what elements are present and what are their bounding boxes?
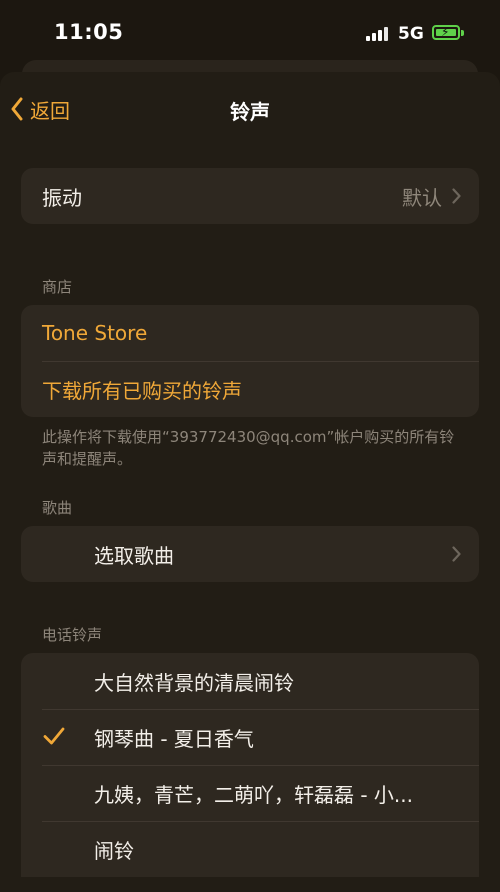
ringtone-item[interactable]: 九姨，青芒，二萌吖，轩磊磊 - 小... xyxy=(21,765,479,821)
checkmark-icon xyxy=(43,727,65,745)
vibration-card: 振动 默认 xyxy=(21,168,479,224)
store-card: Tone Store 下载所有已购买的铃声 xyxy=(21,305,479,417)
page-title: 铃声 xyxy=(230,100,270,124)
songs-card: 选取歌曲 xyxy=(21,526,479,582)
vibration-row[interactable]: 振动 默认 xyxy=(21,168,479,224)
store-section-header: 商店 xyxy=(42,278,73,296)
ringtone-item[interactable]: 闹铃 xyxy=(21,821,479,877)
ringtone-item-selected[interactable]: 钢琴曲 - 夏日香气 xyxy=(21,709,479,765)
download-all-link: 下载所有已购买的铃声 xyxy=(42,378,242,403)
ringtone-label: 钢琴曲 - 夏日香气 xyxy=(94,726,254,751)
ringtone-label: 闹铃 xyxy=(94,838,134,863)
chevron-right-icon xyxy=(452,546,461,562)
nav-bar: 返回 铃声 xyxy=(0,72,500,142)
ringtone-label: 九姨，青芒，二萌吖，轩磊磊 - 小... xyxy=(94,782,414,807)
tone-store-link: Tone Store xyxy=(42,321,148,345)
chevron-right-icon xyxy=(452,188,461,204)
status-bar: 11:05 5G ⚡ xyxy=(0,0,500,66)
status-time: 11:05 xyxy=(54,20,124,44)
battery-tip xyxy=(461,30,464,36)
pick-song-label: 选取歌曲 xyxy=(94,543,174,568)
pick-song-row[interactable]: 选取歌曲 xyxy=(21,526,479,582)
download-all-row[interactable]: 下载所有已购买的铃声 xyxy=(21,361,479,417)
store-footnote: 此操作将下载使用“393772430@qq.com”帐户购买的所有铃声和提醒声。 xyxy=(42,428,455,468)
ringtone-label: 大自然背景的清晨闹铃 xyxy=(94,670,294,695)
tone-store-row[interactable]: Tone Store xyxy=(21,305,479,361)
vibration-value: 默认 xyxy=(402,185,442,210)
network-type: 5G xyxy=(398,24,424,44)
ringtones-section-header: 电话铃声 xyxy=(42,626,103,644)
battery-icon: ⚡ xyxy=(432,25,460,40)
ringtones-card: 大自然背景的清晨闹铃 钢琴曲 - 夏日香气 九姨，青芒，二萌吖，轩磊磊 - 小.… xyxy=(21,653,479,877)
signal-icon xyxy=(366,27,388,41)
charging-bolt-icon: ⚡ xyxy=(441,25,450,39)
songs-section-header: 歌曲 xyxy=(42,499,73,517)
ringtone-item[interactable]: 大自然背景的清晨闹铃 xyxy=(21,653,479,709)
vibration-label: 振动 xyxy=(42,185,82,210)
